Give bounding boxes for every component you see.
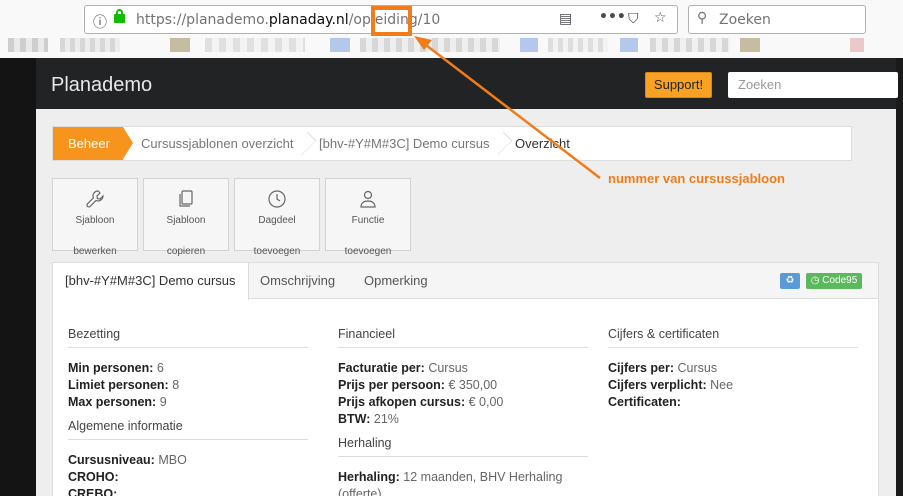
annotation-arrow — [414, 36, 601, 179]
annotation-label: nummer van cursussjabloon — [608, 171, 785, 186]
